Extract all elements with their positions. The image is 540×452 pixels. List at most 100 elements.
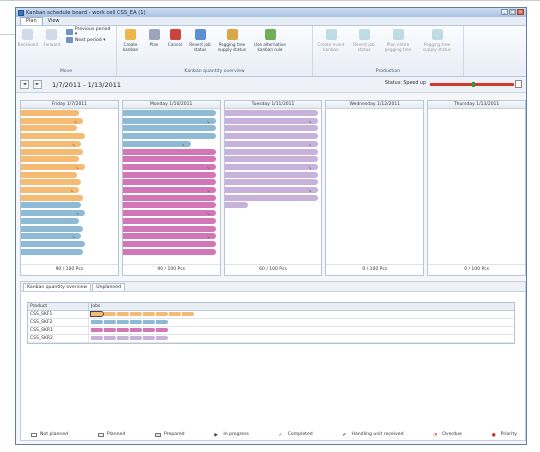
next-range-button[interactable]: ► — [33, 80, 42, 89]
previous-period-button[interactable]: Previous period ▾ — [64, 27, 116, 37]
job-chip[interactable] — [130, 312, 142, 316]
job-bar[interactable]: ↘ — [122, 163, 216, 170]
tab-view[interactable]: View — [43, 18, 65, 25]
job-chip[interactable] — [156, 336, 168, 340]
pegging-tree-supply-status-button[interactable]: Pegging tree supply status — [214, 26, 250, 68]
job-chip[interactable] — [143, 328, 155, 332]
table-row[interactable]: CSS_SKF1 — [28, 311, 514, 319]
table-row[interactable]: CSS_SKF2 — [28, 319, 514, 327]
tab-kanban-quantity-overview[interactable]: Kanban quantity overview — [23, 283, 92, 291]
status-menu-button[interactable] — [515, 80, 522, 88]
job-bar[interactable] — [224, 194, 318, 201]
job-chip[interactable] — [117, 328, 129, 332]
job-bar[interactable]: ↘ — [21, 187, 80, 193]
job-chip[interactable] — [104, 328, 116, 332]
job-chip[interactable] — [182, 312, 194, 316]
job-bar[interactable] — [224, 156, 318, 163]
job-bar[interactable] — [122, 202, 216, 209]
job-bar[interactable]: ↘ — [224, 187, 318, 193]
use-alternative-kanban-rule-button[interactable]: Use alternative kanban rule — [250, 26, 290, 68]
cancel-button[interactable]: Cancel — [164, 26, 186, 68]
close-button[interactable]: × — [517, 9, 524, 15]
job-bar[interactable]: ↘ — [224, 163, 318, 170]
job-bar[interactable] — [122, 148, 216, 155]
plan-button[interactable]: Plan — [144, 26, 164, 68]
job-bar[interactable]: ↘ — [21, 210, 85, 217]
job-bar[interactable] — [224, 179, 318, 186]
job-bar[interactable] — [122, 240, 216, 247]
job-bar[interactable] — [122, 110, 216, 116]
job-chip[interactable] — [90, 311, 104, 317]
revert-job-status-button[interactable]: Revert job status — [186, 26, 214, 68]
next-period-button[interactable]: Next period ▾ — [64, 36, 116, 44]
job-bar[interactable]: ↘ — [21, 117, 83, 124]
job-bar[interactable] — [122, 217, 216, 224]
forward-button[interactable]: Forward — [40, 26, 64, 68]
job-chip[interactable] — [143, 320, 155, 324]
job-bar[interactable] — [21, 217, 80, 224]
job-bar[interactable] — [122, 133, 216, 140]
job-bar[interactable] — [224, 148, 318, 155]
job-bar[interactable] — [224, 133, 318, 140]
table-row[interactable]: CSS_SKR1 — [28, 327, 514, 335]
job-bar[interactable] — [21, 240, 85, 247]
job-bar[interactable] — [21, 125, 78, 132]
job-bar[interactable] — [21, 110, 80, 116]
job-bar[interactable]: ↘ — [21, 140, 81, 147]
maximize-button[interactable]: □ — [509, 9, 516, 15]
tab-plan[interactable]: Plan — [20, 17, 43, 25]
job-bar[interactable]: ↘ — [122, 210, 216, 217]
table-row[interactable]: CSS_SKR2 — [28, 335, 514, 343]
job-bar[interactable] — [224, 202, 248, 209]
job-bar[interactable]: ↘ — [122, 117, 216, 124]
job-bar[interactable]: ↘ — [224, 140, 318, 147]
job-bar[interactable] — [122, 156, 216, 163]
job-bar[interactable]: ↘ — [21, 163, 85, 170]
job-bar[interactable]: ↘ — [224, 117, 318, 124]
job-chip[interactable] — [104, 320, 116, 324]
job-chip[interactable] — [156, 328, 168, 332]
job-bar[interactable] — [122, 179, 216, 186]
job-bar[interactable] — [21, 179, 81, 186]
job-bar[interactable] — [21, 171, 78, 178]
job-bar[interactable] — [122, 171, 216, 178]
job-bar[interactable] — [122, 125, 216, 132]
job-bar[interactable] — [21, 248, 83, 255]
job-chip[interactable] — [117, 320, 129, 324]
job-bar[interactable]: ↘ — [21, 233, 81, 240]
job-bar[interactable] — [122, 194, 216, 201]
job-bar[interactable] — [21, 225, 83, 232]
job-bar[interactable] — [21, 148, 83, 155]
job-bar[interactable]: ↘ — [122, 140, 191, 147]
job-chip[interactable] — [117, 312, 129, 316]
job-bar[interactable] — [224, 171, 318, 178]
job-chip[interactable] — [91, 320, 103, 324]
minimize-button[interactable]: _ — [501, 9, 508, 15]
job-chip[interactable] — [117, 336, 129, 340]
job-bar[interactable] — [122, 225, 216, 232]
previous-range-button[interactable]: ◄ — [20, 80, 29, 89]
tab-unplanned[interactable]: Unplanned — [92, 283, 126, 291]
job-bar[interactable] — [224, 110, 318, 116]
job-chip[interactable] — [91, 336, 103, 340]
job-bar[interactable] — [224, 125, 318, 132]
create-event-kanban-button[interactable]: Create event kanban — [313, 26, 349, 68]
job-chip[interactable] — [143, 336, 155, 340]
job-chip[interactable] — [104, 336, 116, 340]
job-chip[interactable] — [156, 312, 168, 316]
job-bar[interactable] — [21, 133, 85, 140]
job-chip[interactable] — [130, 336, 142, 340]
production-pegging-tree-supply-status-button[interactable]: Pegging tree supply status — [417, 26, 457, 68]
job-bar[interactable] — [21, 202, 81, 209]
job-chip[interactable] — [156, 320, 168, 324]
job-bar[interactable] — [21, 156, 80, 163]
job-chip[interactable] — [91, 328, 103, 332]
job-bar[interactable] — [21, 194, 83, 201]
job-bar[interactable]: ↘ — [122, 233, 216, 240]
job-chip[interactable] — [169, 312, 181, 316]
job-chip[interactable] — [130, 320, 142, 324]
create-kanban-button[interactable]: Create kanban — [117, 26, 144, 68]
job-bar[interactable] — [122, 248, 216, 255]
job-chip[interactable] — [130, 328, 142, 332]
plan-entire-pegging-tree-button[interactable]: Plan entire pegging tree — [379, 26, 417, 68]
